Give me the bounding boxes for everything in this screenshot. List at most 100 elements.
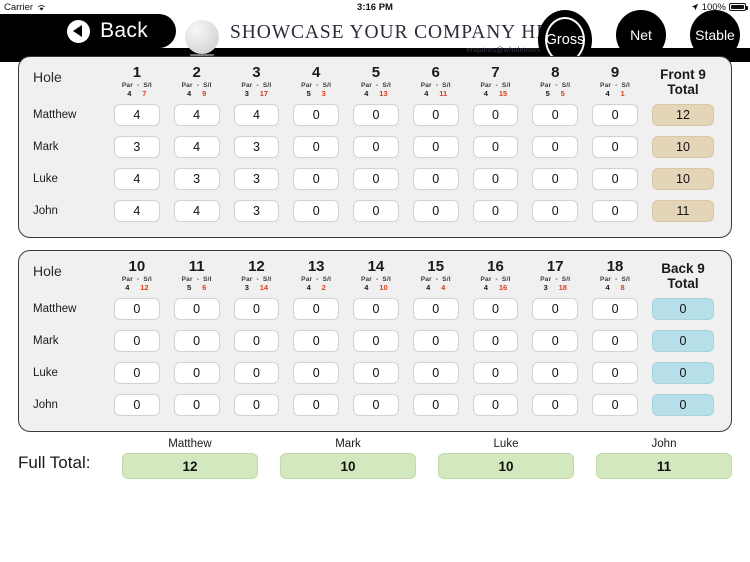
score-cell[interactable]: 0 — [466, 325, 526, 357]
score-cell[interactable]: 0 — [107, 293, 167, 325]
score-input[interactable]: 4 — [114, 200, 160, 222]
score-input[interactable]: 0 — [114, 362, 160, 384]
score-input[interactable]: 0 — [353, 394, 399, 416]
back-button[interactable]: Back — [0, 14, 176, 48]
score-input[interactable]: 0 — [114, 330, 160, 352]
score-input[interactable]: 0 — [532, 168, 579, 190]
score-cell[interactable]: 3 — [227, 163, 287, 195]
score-cell[interactable]: 0 — [525, 293, 585, 325]
score-cell[interactable]: 0 — [167, 357, 227, 389]
score-input[interactable]: 0 — [293, 298, 340, 320]
score-input[interactable]: 0 — [592, 136, 638, 158]
score-cell[interactable]: 0 — [346, 325, 406, 357]
score-input[interactable]: 0 — [412, 168, 459, 190]
score-cell[interactable]: 0 — [107, 325, 167, 357]
score-input[interactable]: 0 — [532, 136, 579, 158]
score-input[interactable]: 0 — [532, 394, 579, 416]
score-cell[interactable]: 4 — [167, 195, 227, 227]
score-input[interactable]: 0 — [412, 298, 459, 320]
score-input[interactable]: 0 — [353, 136, 399, 158]
score-input[interactable]: 0 — [472, 200, 519, 222]
score-cell[interactable]: 3 — [227, 195, 287, 227]
score-cell[interactable]: 3 — [227, 131, 287, 163]
score-input[interactable]: 3 — [173, 168, 220, 190]
score-cell[interactable]: 0 — [227, 325, 287, 357]
score-input[interactable]: 0 — [472, 136, 519, 158]
score-cell[interactable]: 0 — [525, 131, 585, 163]
score-input[interactable]: 0 — [592, 362, 638, 384]
score-input[interactable]: 4 — [114, 104, 160, 126]
score-input[interactable]: 0 — [173, 298, 220, 320]
score-cell[interactable]: 0 — [346, 389, 406, 421]
score-input[interactable]: 3 — [114, 136, 160, 158]
score-cell[interactable]: 0 — [406, 131, 466, 163]
score-input[interactable]: 0 — [233, 298, 280, 320]
score-cell[interactable]: 0 — [406, 325, 466, 357]
score-cell[interactable]: 0 — [107, 389, 167, 421]
score-cell[interactable]: 0 — [346, 163, 406, 195]
score-cell[interactable]: 3 — [167, 163, 227, 195]
score-input[interactable]: 0 — [472, 362, 519, 384]
score-cell[interactable]: 0 — [286, 325, 346, 357]
score-input[interactable]: 0 — [532, 362, 579, 384]
score-input[interactable]: 0 — [293, 136, 340, 158]
score-cell[interactable]: 4 — [107, 195, 167, 227]
score-input[interactable]: 0 — [353, 104, 399, 126]
score-input[interactable]: 0 — [592, 200, 638, 222]
score-cell[interactable]: 0 — [346, 357, 406, 389]
score-input[interactable]: 0 — [173, 330, 220, 352]
score-cell[interactable]: 4 — [107, 163, 167, 195]
score-input[interactable]: 0 — [532, 200, 579, 222]
score-cell[interactable]: 0 — [585, 389, 645, 421]
score-cell[interactable]: 0 — [406, 389, 466, 421]
score-cell[interactable]: 0 — [585, 99, 645, 131]
score-input[interactable]: 0 — [472, 394, 519, 416]
score-input[interactable]: 0 — [532, 330, 579, 352]
score-cell[interactable]: 0 — [466, 99, 526, 131]
score-cell[interactable]: 0 — [286, 389, 346, 421]
score-cell[interactable]: 0 — [286, 99, 346, 131]
score-cell[interactable]: 0 — [346, 131, 406, 163]
score-input[interactable]: 0 — [592, 298, 638, 320]
score-cell[interactable]: 0 — [466, 293, 526, 325]
score-cell[interactable]: 0 — [406, 357, 466, 389]
score-cell[interactable]: 0 — [286, 357, 346, 389]
score-input[interactable]: 0 — [472, 298, 519, 320]
score-cell[interactable]: 0 — [406, 293, 466, 325]
score-input[interactable]: 0 — [532, 298, 579, 320]
score-input[interactable]: 0 — [353, 200, 399, 222]
score-cell[interactable]: 0 — [406, 195, 466, 227]
score-input[interactable]: 0 — [293, 330, 340, 352]
score-input[interactable]: 4 — [233, 104, 280, 126]
mode-tab-net[interactable]: Net — [616, 10, 666, 60]
score-input[interactable]: 0 — [592, 168, 638, 190]
score-cell[interactable]: 4 — [227, 99, 287, 131]
score-cell[interactable]: 0 — [346, 293, 406, 325]
score-cell[interactable]: 0 — [466, 131, 526, 163]
score-input[interactable]: 4 — [173, 200, 220, 222]
score-cell[interactable]: 0 — [466, 195, 526, 227]
score-input[interactable]: 0 — [472, 168, 519, 190]
score-input[interactable]: 3 — [233, 200, 280, 222]
score-cell[interactable]: 3 — [107, 131, 167, 163]
score-input[interactable]: 3 — [233, 136, 280, 158]
score-cell[interactable]: 0 — [466, 389, 526, 421]
score-cell[interactable]: 0 — [167, 293, 227, 325]
score-input[interactable]: 0 — [114, 298, 160, 320]
score-input[interactable]: 0 — [412, 394, 459, 416]
score-input[interactable]: 0 — [353, 330, 399, 352]
score-input[interactable]: 0 — [353, 362, 399, 384]
score-input[interactable]: 0 — [592, 104, 638, 126]
score-input[interactable]: 4 — [114, 168, 160, 190]
score-input[interactable]: 0 — [472, 330, 519, 352]
score-cell[interactable]: 0 — [346, 195, 406, 227]
score-input[interactable]: 0 — [114, 394, 160, 416]
score-input[interactable]: 0 — [173, 394, 220, 416]
score-input[interactable]: 4 — [173, 136, 220, 158]
score-input[interactable]: 0 — [293, 394, 340, 416]
score-input[interactable]: 0 — [412, 330, 459, 352]
score-input[interactable]: 0 — [233, 362, 280, 384]
score-input[interactable]: 0 — [412, 362, 459, 384]
score-cell[interactable]: 0 — [585, 195, 645, 227]
score-cell[interactable]: 0 — [525, 99, 585, 131]
